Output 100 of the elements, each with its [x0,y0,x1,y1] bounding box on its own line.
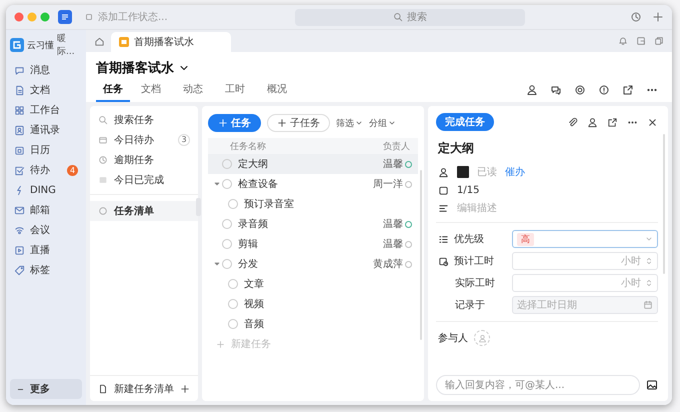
comment-field[interactable]: 输入回复内容，可@某人... [436,375,640,395]
task-list-item[interactable]: 任务清单 [90,201,198,221]
add-subtask-button[interactable]: 子任务 [267,114,330,132]
filter-item[interactable]: 今日待办 3 [90,130,198,150]
caret-icon [355,119,363,127]
assignee-name: 周一洋 [373,178,403,191]
project-tab[interactable]: 文档 [130,78,172,102]
task-name: 预订录音室 [244,198,294,211]
date-icon [438,184,449,196]
task-name: 音频 [244,318,264,331]
assignee-name: 黄成萍 [373,258,403,271]
task-checkbox[interactable] [228,299,238,309]
search-icon [393,12,403,22]
nav-icon [14,264,25,276]
team-switcher[interactable]: 暖际... [57,32,82,58]
add-icon[interactable] [652,11,664,23]
nav-item[interactable]: 通讯录 [10,120,82,140]
person-icon[interactable] [587,116,598,128]
new-list-button[interactable]: 新建任务清单 [98,382,174,396]
task-row[interactable]: 剪辑 温馨 [208,234,418,254]
share-icon[interactable] [622,84,634,96]
task-row[interactable]: 分发 黄成萍 [208,254,418,274]
share-icon[interactable] [607,116,618,128]
filter-dropdown[interactable]: 筛选 [336,116,363,130]
due-date[interactable]: 1/15 [457,184,480,196]
filter-item[interactable]: 逾期任务 [90,150,198,170]
spinner-icon[interactable] [645,256,653,266]
task-checkbox[interactable] [222,239,232,249]
document-tab[interactable]: 首期播客试水 [111,32,231,52]
add-icon[interactable] [180,384,190,394]
task-checkbox[interactable] [222,219,232,229]
project-tab[interactable]: 工时 [214,78,256,102]
bell-icon[interactable] [618,36,628,46]
task-checkbox[interactable] [222,159,232,169]
task-row[interactable]: 音频 [208,314,418,334]
nav-item[interactable]: 工作台 [10,100,82,120]
nav-item[interactable]: 日历 [10,140,82,160]
task-checkbox[interactable] [228,199,238,209]
collapse-handle[interactable] [196,198,201,216]
more-button[interactable]: 更多 [10,379,82,399]
count-badge: 3 [178,134,190,146]
column-header: 负责人 [383,140,410,152]
group-dropdown[interactable]: 分组 [369,116,396,130]
task-row[interactable]: 文章 [208,274,418,294]
person-icon [478,334,486,342]
task-checkbox[interactable] [228,319,238,329]
nav-icon [14,84,25,96]
priority-select[interactable]: 高 [512,230,658,248]
task-row[interactable]: 视频 [208,294,418,314]
expand-arrow-icon[interactable] [213,260,221,268]
nav-item[interactable]: 文档 [10,80,82,100]
org-name[interactable]: 云习懂 [27,38,54,52]
image-icon[interactable] [646,379,658,391]
nav-item[interactable]: 会议 [10,220,82,240]
filter-item[interactable]: 今日已完成 [90,170,198,190]
task-checkbox[interactable] [222,179,232,189]
task-row[interactable]: 录音频 温馨 [208,214,418,234]
window-controls[interactable] [14,12,50,22]
home-icon[interactable] [94,36,105,46]
chat-icon[interactable] [550,84,562,96]
task-checkbox[interactable] [228,279,238,289]
task-name: 检查设备 [238,178,278,191]
add-task-button[interactable]: 任务 [208,114,261,132]
app-logo-icon[interactable] [58,10,72,24]
settings-icon[interactable] [574,84,586,96]
nav-item[interactable]: 直播 [10,240,82,260]
task-checkbox[interactable] [222,259,232,269]
org-logo-icon[interactable] [10,38,24,52]
nav-item[interactable]: 邮箱 [10,200,82,220]
task-row[interactable]: 预订录音室 [208,194,418,214]
filter-item[interactable]: 搜索任务 [90,110,198,130]
circle-icon [98,206,108,216]
members-icon[interactable] [526,84,538,96]
filter-icon [98,115,108,125]
avatar [457,166,469,178]
nav-item[interactable]: 消息 [10,60,82,80]
expand-arrow-icon[interactable] [213,180,221,188]
project-tab[interactable]: 概况 [256,78,298,102]
spinner-icon[interactable] [645,278,653,288]
window-icon[interactable] [636,36,646,46]
nav-item[interactable]: 标签 [10,260,82,280]
nav-icon [14,164,25,176]
copy-icon[interactable] [654,36,664,46]
project-tab[interactable]: 动态 [172,78,214,102]
task-row[interactable]: 检查设备 周一洋 [208,174,418,194]
attachment-icon[interactable] [567,116,578,128]
nav-icon [14,244,25,256]
nav-item[interactable]: 待办 4 [10,160,82,180]
task-name: 定大纲 [238,158,268,171]
calendar-icon [643,300,653,310]
complete-task-button[interactable]: 完成任务 [436,113,494,131]
urge-link[interactable]: 催办 [505,165,525,179]
project-title: 首期播客试水 [96,60,174,77]
close-icon[interactable] [647,116,658,128]
history-icon[interactable] [630,11,642,23]
task-row[interactable]: 定大纲 温馨 [208,154,418,174]
nav-item[interactable]: DING [10,180,82,200]
add-participant-button[interactable] [474,330,490,346]
info-icon[interactable] [598,84,610,96]
task-name: 分发 [238,258,258,271]
